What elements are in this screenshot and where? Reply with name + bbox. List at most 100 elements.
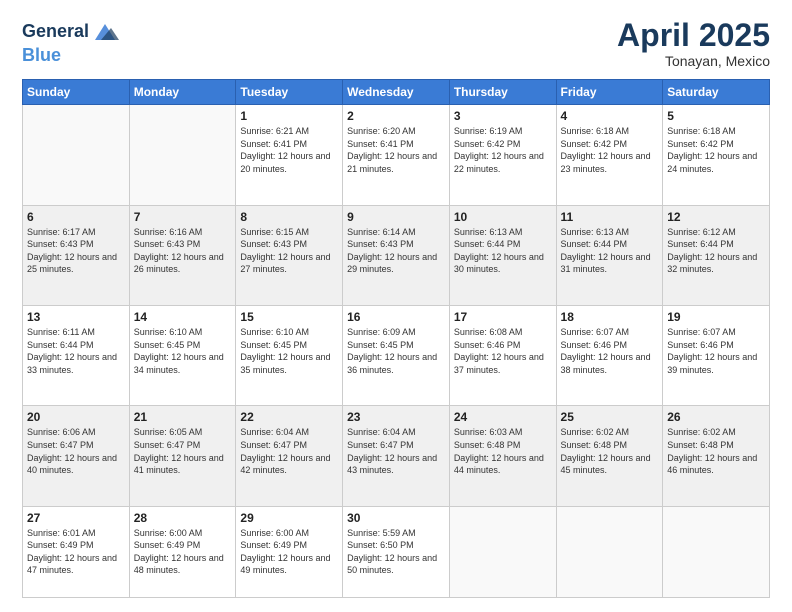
table-row: 1 Sunrise: 6:21 AMSunset: 6:41 PMDayligh… [23,105,770,205]
day-number: 2 [347,109,445,123]
table-cell [23,105,130,205]
day-number: 19 [667,310,765,324]
day-number: 21 [134,410,232,424]
day-number: 30 [347,511,445,525]
day-number: 16 [347,310,445,324]
day-detail: Sunrise: 6:20 AMSunset: 6:41 PMDaylight:… [347,126,437,174]
col-sunday: Sunday [23,80,130,105]
table-cell: 25 Sunrise: 6:02 AMSunset: 6:48 PMDaylig… [556,406,663,506]
table-cell: 11 Sunrise: 6:13 AMSunset: 6:44 PMDaylig… [556,205,663,305]
day-number: 23 [347,410,445,424]
day-detail: Sunrise: 6:03 AMSunset: 6:48 PMDaylight:… [454,427,544,475]
day-detail: Sunrise: 6:10 AMSunset: 6:45 PMDaylight:… [240,327,330,375]
table-cell [449,506,556,597]
col-saturday: Saturday [663,80,770,105]
day-detail: Sunrise: 6:13 AMSunset: 6:44 PMDaylight:… [561,227,651,275]
day-detail: Sunrise: 6:06 AMSunset: 6:47 PMDaylight:… [27,427,117,475]
day-detail: Sunrise: 6:16 AMSunset: 6:43 PMDaylight:… [134,227,224,275]
day-detail: Sunrise: 6:07 AMSunset: 6:46 PMDaylight:… [561,327,651,375]
day-number: 29 [240,511,338,525]
header: General Blue April 2025 Tonayan, Mexico [22,18,770,69]
day-detail: Sunrise: 6:07 AMSunset: 6:46 PMDaylight:… [667,327,757,375]
table-cell: 16 Sunrise: 6:09 AMSunset: 6:45 PMDaylig… [343,305,450,405]
day-detail: Sunrise: 6:02 AMSunset: 6:48 PMDaylight:… [667,427,757,475]
table-row: 27 Sunrise: 6:01 AMSunset: 6:49 PMDaylig… [23,506,770,597]
table-cell: 10 Sunrise: 6:13 AMSunset: 6:44 PMDaylig… [449,205,556,305]
day-detail: Sunrise: 6:17 AMSunset: 6:43 PMDaylight:… [27,227,117,275]
table-cell: 7 Sunrise: 6:16 AMSunset: 6:43 PMDayligh… [129,205,236,305]
day-number: 9 [347,210,445,224]
day-detail: Sunrise: 6:21 AMSunset: 6:41 PMDaylight:… [240,126,330,174]
table-cell: 28 Sunrise: 6:00 AMSunset: 6:49 PMDaylig… [129,506,236,597]
day-detail: Sunrise: 5:59 AMSunset: 6:50 PMDaylight:… [347,528,437,576]
day-number: 24 [454,410,552,424]
day-number: 28 [134,511,232,525]
day-number: 17 [454,310,552,324]
day-detail: Sunrise: 6:12 AMSunset: 6:44 PMDaylight:… [667,227,757,275]
table-cell: 20 Sunrise: 6:06 AMSunset: 6:47 PMDaylig… [23,406,130,506]
table-cell: 29 Sunrise: 6:00 AMSunset: 6:49 PMDaylig… [236,506,343,597]
day-number: 8 [240,210,338,224]
header-row: Sunday Monday Tuesday Wednesday Thursday… [23,80,770,105]
table-cell: 9 Sunrise: 6:14 AMSunset: 6:43 PMDayligh… [343,205,450,305]
table-cell: 12 Sunrise: 6:12 AMSunset: 6:44 PMDaylig… [663,205,770,305]
day-detail: Sunrise: 6:10 AMSunset: 6:45 PMDaylight:… [134,327,224,375]
table-cell: 19 Sunrise: 6:07 AMSunset: 6:46 PMDaylig… [663,305,770,405]
day-detail: Sunrise: 6:05 AMSunset: 6:47 PMDaylight:… [134,427,224,475]
col-friday: Friday [556,80,663,105]
table-cell: 26 Sunrise: 6:02 AMSunset: 6:48 PMDaylig… [663,406,770,506]
calendar-subtitle: Tonayan, Mexico [617,53,770,69]
day-detail: Sunrise: 6:14 AMSunset: 6:43 PMDaylight:… [347,227,437,275]
table-row: 13 Sunrise: 6:11 AMSunset: 6:44 PMDaylig… [23,305,770,405]
day-number: 25 [561,410,659,424]
table-cell: 6 Sunrise: 6:17 AMSunset: 6:43 PMDayligh… [23,205,130,305]
day-number: 10 [454,210,552,224]
col-wednesday: Wednesday [343,80,450,105]
day-detail: Sunrise: 6:13 AMSunset: 6:44 PMDaylight:… [454,227,544,275]
title-block: April 2025 Tonayan, Mexico [617,18,770,69]
day-detail: Sunrise: 6:00 AMSunset: 6:49 PMDaylight:… [240,528,330,576]
table-cell: 1 Sunrise: 6:21 AMSunset: 6:41 PMDayligh… [236,105,343,205]
logo-text: General [22,22,89,42]
table-cell [129,105,236,205]
calendar-table: Sunday Monday Tuesday Wednesday Thursday… [22,79,770,598]
day-number: 20 [27,410,125,424]
table-cell: 15 Sunrise: 6:10 AMSunset: 6:45 PMDaylig… [236,305,343,405]
day-detail: Sunrise: 6:02 AMSunset: 6:48 PMDaylight:… [561,427,651,475]
table-cell: 18 Sunrise: 6:07 AMSunset: 6:46 PMDaylig… [556,305,663,405]
table-cell: 14 Sunrise: 6:10 AMSunset: 6:45 PMDaylig… [129,305,236,405]
day-number: 27 [27,511,125,525]
day-detail: Sunrise: 6:09 AMSunset: 6:45 PMDaylight:… [347,327,437,375]
day-detail: Sunrise: 6:18 AMSunset: 6:42 PMDaylight:… [667,126,757,174]
day-number: 18 [561,310,659,324]
day-detail: Sunrise: 6:08 AMSunset: 6:46 PMDaylight:… [454,327,544,375]
table-cell [663,506,770,597]
day-number: 15 [240,310,338,324]
page: General Blue April 2025 Tonayan, Mexico … [0,0,792,612]
table-cell: 27 Sunrise: 6:01 AMSunset: 6:49 PMDaylig… [23,506,130,597]
table-row: 20 Sunrise: 6:06 AMSunset: 6:47 PMDaylig… [23,406,770,506]
day-number: 6 [27,210,125,224]
day-detail: Sunrise: 6:01 AMSunset: 6:49 PMDaylight:… [27,528,117,576]
day-detail: Sunrise: 6:19 AMSunset: 6:42 PMDaylight:… [454,126,544,174]
table-cell: 17 Sunrise: 6:08 AMSunset: 6:46 PMDaylig… [449,305,556,405]
col-monday: Monday [129,80,236,105]
day-detail: Sunrise: 6:11 AMSunset: 6:44 PMDaylight:… [27,327,117,375]
table-cell: 21 Sunrise: 6:05 AMSunset: 6:47 PMDaylig… [129,406,236,506]
table-cell: 24 Sunrise: 6:03 AMSunset: 6:48 PMDaylig… [449,406,556,506]
day-detail: Sunrise: 6:04 AMSunset: 6:47 PMDaylight:… [240,427,330,475]
day-number: 3 [454,109,552,123]
day-number: 1 [240,109,338,123]
day-number: 12 [667,210,765,224]
table-cell: 8 Sunrise: 6:15 AMSunset: 6:43 PMDayligh… [236,205,343,305]
day-detail: Sunrise: 6:15 AMSunset: 6:43 PMDaylight:… [240,227,330,275]
table-cell: 2 Sunrise: 6:20 AMSunset: 6:41 PMDayligh… [343,105,450,205]
logo-text-blue: Blue [22,45,61,65]
table-cell: 5 Sunrise: 6:18 AMSunset: 6:42 PMDayligh… [663,105,770,205]
day-detail: Sunrise: 6:00 AMSunset: 6:49 PMDaylight:… [134,528,224,576]
table-cell: 23 Sunrise: 6:04 AMSunset: 6:47 PMDaylig… [343,406,450,506]
day-number: 26 [667,410,765,424]
logo-icon [91,18,119,46]
col-tuesday: Tuesday [236,80,343,105]
table-cell: 4 Sunrise: 6:18 AMSunset: 6:42 PMDayligh… [556,105,663,205]
